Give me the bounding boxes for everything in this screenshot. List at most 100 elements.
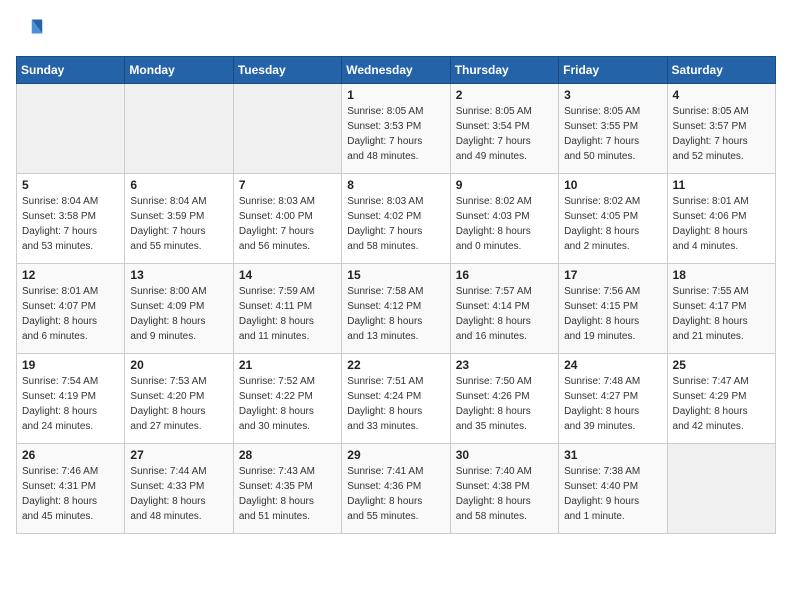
day-header-friday: Friday — [559, 57, 667, 84]
calendar-cell: 21Sunrise: 7:52 AM Sunset: 4:22 PM Dayli… — [233, 354, 341, 444]
calendar-cell: 13 Sunrise: 8:00 AM Sunset: 4:09 PM Dayli… — [125, 264, 233, 354]
calendar-cell: 2Sunrise: 8:05 AM Sunset: 3:54 PM Daylig… — [450, 84, 558, 174]
day-header-sunday: Sunday — [17, 57, 125, 84]
day-number: 27 — [130, 448, 227, 462]
day-number: 4 — [673, 88, 770, 102]
day-number: 24 — [564, 358, 661, 372]
day-number: 14 — [239, 268, 336, 282]
calendar-cell: 4Sunrise: 8:05 AM Sunset: 3:57 PM Daylig… — [667, 84, 775, 174]
day-number: 7 — [239, 178, 336, 192]
calendar-cell: 7Sunrise: 8:03 AM Sunset: 4:00 PM Daylig… — [233, 174, 341, 264]
cell-daylight-info: Sunrise: 8:04 AM Sunset: 3:59 PM Dayligh… — [130, 194, 227, 254]
week-row-2: 5Sunrise: 8:04 AM Sunset: 3:58 PM Daylig… — [17, 174, 776, 264]
calendar-cell: 25 Sunrise: 7:47 AM Sunset: 4:29 PM Dayli… — [667, 354, 775, 444]
day-number: 13 — [130, 268, 227, 282]
calendar-header: SundayMondayTuesdayWednesdayThursdayFrid… — [17, 57, 776, 84]
cell-daylight-info: Sunrise: 7:41 AM Sunset: 4:36 PM Dayligh… — [347, 464, 444, 524]
cell-daylight-info: Sunrise: 7:59 AM Sunset: 4:11 PM Dayligh… — [239, 284, 336, 344]
cell-daylight-info: Sunrise: 7:43 AM Sunset: 4:35 PM Dayligh… — [239, 464, 336, 524]
calendar-cell: 27 Sunrise: 7:44 AM Sunset: 4:33 PM Dayli… — [125, 444, 233, 534]
calendar-cell: 24 Sunrise: 7:48 AM Sunset: 4:27 PM Dayli… — [559, 354, 667, 444]
calendar-cell: 14 Sunrise: 7:59 AM Sunset: 4:11 PM Dayli… — [233, 264, 341, 354]
cell-daylight-info: Sunrise: 7:51 AM Sunset: 4:24 PM Dayligh… — [347, 374, 444, 434]
cell-daylight-info: Sunrise: 7:46 AM Sunset: 4:31 PM Dayligh… — [22, 464, 119, 524]
day-header-saturday: Saturday — [667, 57, 775, 84]
calendar-cell: 17 Sunrise: 7:56 AM Sunset: 4:15 PM Dayli… — [559, 264, 667, 354]
cell-daylight-info: Sunrise: 8:01 AM Sunset: 4:06 PM Dayligh… — [673, 194, 770, 254]
day-header-wednesday: Wednesday — [342, 57, 450, 84]
cell-daylight-info: Sunrise: 7:58 AM Sunset: 4:12 PM Dayligh… — [347, 284, 444, 344]
cell-daylight-info: Sunrise: 7:56 AM Sunset: 4:15 PM Dayligh… — [564, 284, 661, 344]
day-number: 1 — [347, 88, 444, 102]
days-header-row: SundayMondayTuesdayWednesdayThursdayFrid… — [17, 57, 776, 84]
calendar-cell — [667, 444, 775, 534]
day-number: 8 — [347, 178, 444, 192]
day-number: 16 — [456, 268, 553, 282]
cell-daylight-info: Sunrise: 7:52 AM Sunset: 4:22 PM Dayligh… — [239, 374, 336, 434]
calendar-cell: 10Sunrise: 8:02 AM Sunset: 4:05 PM Dayli… — [559, 174, 667, 264]
calendar-cell: 12Sunrise: 8:01 AM Sunset: 4:07 PM Dayli… — [17, 264, 125, 354]
calendar-cell: 8 Sunrise: 8:03 AM Sunset: 4:02 PM Daylig… — [342, 174, 450, 264]
day-header-thursday: Thursday — [450, 57, 558, 84]
day-number: 5 — [22, 178, 119, 192]
logo — [16, 16, 48, 44]
page-header — [16, 16, 776, 44]
day-number: 9 — [456, 178, 553, 192]
day-number: 15 — [347, 268, 444, 282]
calendar-cell: 5Sunrise: 8:04 AM Sunset: 3:58 PM Daylig… — [17, 174, 125, 264]
week-row-1: 1 Sunrise: 8:05 AM Sunset: 3:53 PM Daylig… — [17, 84, 776, 174]
day-number: 3 — [564, 88, 661, 102]
day-number: 6 — [130, 178, 227, 192]
calendar-cell: 6 Sunrise: 8:04 AM Sunset: 3:59 PM Daylig… — [125, 174, 233, 264]
day-header-monday: Monday — [125, 57, 233, 84]
day-header-tuesday: Tuesday — [233, 57, 341, 84]
cell-daylight-info: Sunrise: 8:02 AM Sunset: 4:05 PM Dayligh… — [564, 194, 661, 254]
day-number: 26 — [22, 448, 119, 462]
cell-daylight-info: Sunrise: 7:55 AM Sunset: 4:17 PM Dayligh… — [673, 284, 770, 344]
cell-daylight-info: Sunrise: 8:05 AM Sunset: 3:53 PM Dayligh… — [347, 104, 444, 164]
calendar-cell: 19Sunrise: 7:54 AM Sunset: 4:19 PM Dayli… — [17, 354, 125, 444]
day-number: 19 — [22, 358, 119, 372]
cell-daylight-info: Sunrise: 7:57 AM Sunset: 4:14 PM Dayligh… — [456, 284, 553, 344]
calendar-table: SundayMondayTuesdayWednesdayThursdayFrid… — [16, 56, 776, 534]
calendar-cell: 1 Sunrise: 8:05 AM Sunset: 3:53 PM Daylig… — [342, 84, 450, 174]
cell-daylight-info: Sunrise: 7:44 AM Sunset: 4:33 PM Dayligh… — [130, 464, 227, 524]
calendar-cell: 30 Sunrise: 7:40 AM Sunset: 4:38 PM Dayli… — [450, 444, 558, 534]
day-number: 31 — [564, 448, 661, 462]
day-number: 23 — [456, 358, 553, 372]
calendar-cell: 18 Sunrise: 7:55 AM Sunset: 4:17 PM Dayli… — [667, 264, 775, 354]
day-number: 18 — [673, 268, 770, 282]
week-row-3: 12Sunrise: 8:01 AM Sunset: 4:07 PM Dayli… — [17, 264, 776, 354]
calendar-cell: 28 Sunrise: 7:43 AM Sunset: 4:35 PM Dayli… — [233, 444, 341, 534]
cell-daylight-info: Sunrise: 7:48 AM Sunset: 4:27 PM Dayligh… — [564, 374, 661, 434]
cell-daylight-info: Sunrise: 7:53 AM Sunset: 4:20 PM Dayligh… — [130, 374, 227, 434]
cell-daylight-info: Sunrise: 7:50 AM Sunset: 4:26 PM Dayligh… — [456, 374, 553, 434]
calendar-cell: 15 Sunrise: 7:58 AM Sunset: 4:12 PM Dayli… — [342, 264, 450, 354]
calendar-cell: 26 Sunrise: 7:46 AM Sunset: 4:31 PM Dayli… — [17, 444, 125, 534]
day-number: 30 — [456, 448, 553, 462]
day-number: 11 — [673, 178, 770, 192]
day-number: 28 — [239, 448, 336, 462]
cell-daylight-info: Sunrise: 7:47 AM Sunset: 4:29 PM Dayligh… — [673, 374, 770, 434]
calendar-body: 1 Sunrise: 8:05 AM Sunset: 3:53 PM Daylig… — [17, 84, 776, 534]
calendar-cell: 22Sunrise: 7:51 AM Sunset: 4:24 PM Dayli… — [342, 354, 450, 444]
calendar-cell — [17, 84, 125, 174]
week-row-4: 19Sunrise: 7:54 AM Sunset: 4:19 PM Dayli… — [17, 354, 776, 444]
cell-daylight-info: Sunrise: 8:03 AM Sunset: 4:02 PM Dayligh… — [347, 194, 444, 254]
cell-daylight-info: Sunrise: 7:40 AM Sunset: 4:38 PM Dayligh… — [456, 464, 553, 524]
day-number: 20 — [130, 358, 227, 372]
cell-daylight-info: Sunrise: 8:02 AM Sunset: 4:03 PM Dayligh… — [456, 194, 553, 254]
day-number: 29 — [347, 448, 444, 462]
calendar-cell: 3Sunrise: 8:05 AM Sunset: 3:55 PM Daylig… — [559, 84, 667, 174]
cell-daylight-info: Sunrise: 7:38 AM Sunset: 4:40 PM Dayligh… — [564, 464, 661, 524]
day-number: 12 — [22, 268, 119, 282]
calendar-cell: 16 Sunrise: 7:57 AM Sunset: 4:14 PM Dayli… — [450, 264, 558, 354]
cell-daylight-info: Sunrise: 8:00 AM Sunset: 4:09 PM Dayligh… — [130, 284, 227, 344]
calendar-cell: 31 Sunrise: 7:38 AM Sunset: 4:40 PM Dayli… — [559, 444, 667, 534]
calendar-cell — [125, 84, 233, 174]
calendar-cell: 23 Sunrise: 7:50 AM Sunset: 4:26 PM Dayli… — [450, 354, 558, 444]
day-number: 25 — [673, 358, 770, 372]
calendar-cell: 11 Sunrise: 8:01 AM Sunset: 4:06 PM Dayli… — [667, 174, 775, 264]
calendar-cell — [233, 84, 341, 174]
day-number: 17 — [564, 268, 661, 282]
